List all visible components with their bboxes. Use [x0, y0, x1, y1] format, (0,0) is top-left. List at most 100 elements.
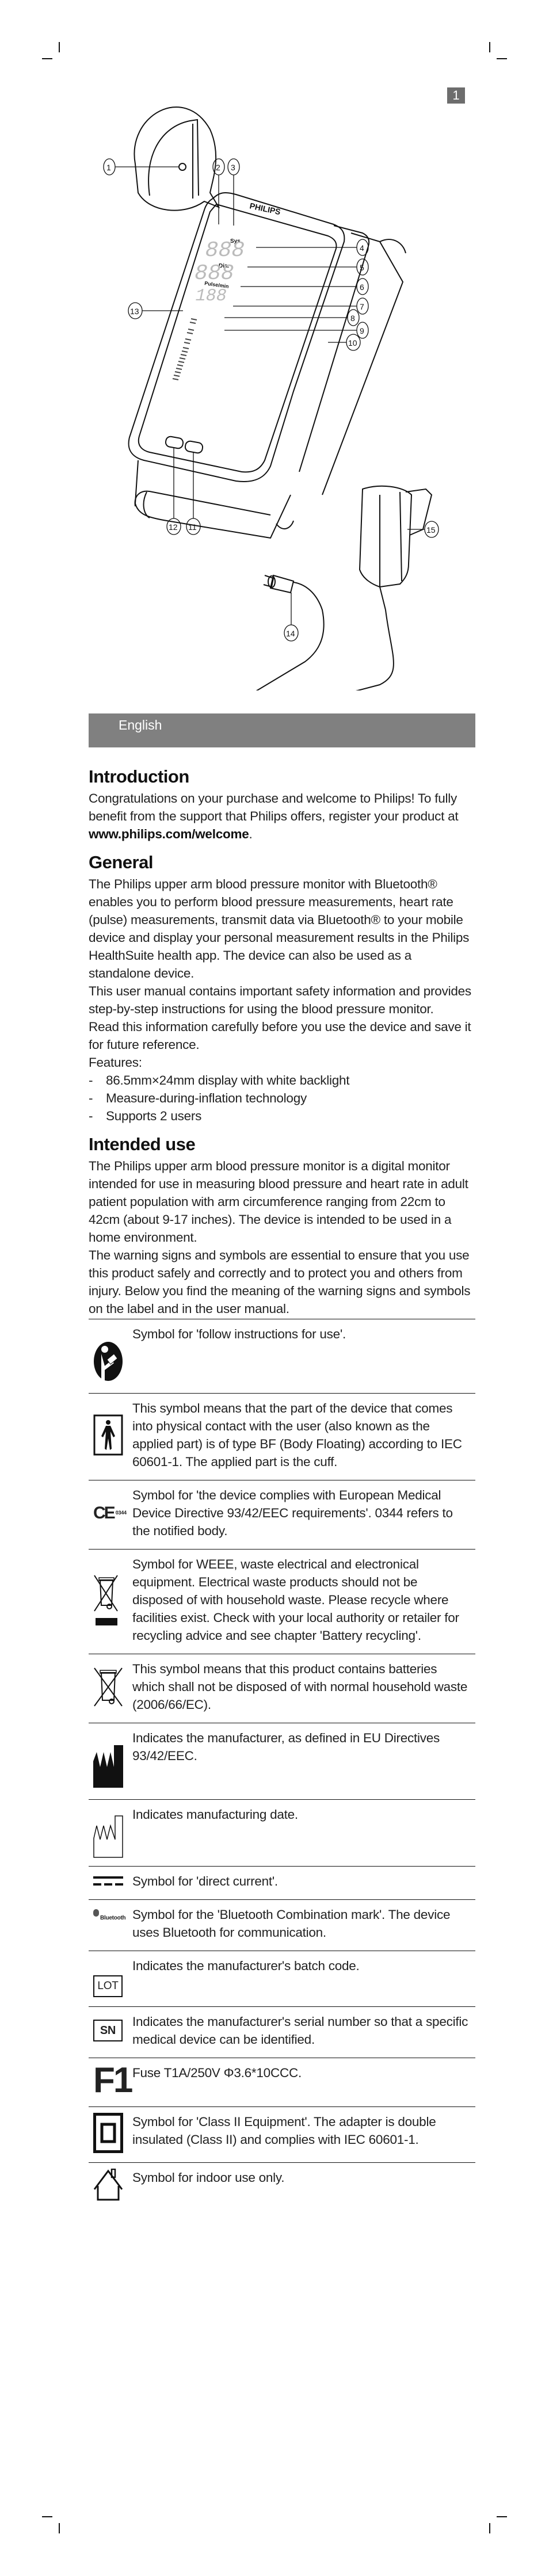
- crop-mark-bottom-left-v: [59, 2523, 60, 2533]
- callout-4: 4: [256, 239, 369, 256]
- symbol-description: Symbol for 'direct current'.: [132, 1874, 278, 1888]
- svg-text:7: 7: [360, 302, 364, 311]
- svg-text:5: 5: [360, 263, 364, 272]
- serial-number-icon: SN: [89, 2013, 132, 2048]
- lot-icon: LOT: [89, 1957, 132, 1997]
- language-label: English: [119, 718, 162, 732]
- intended-use-paragraph: The warning signs and symbols are essent…: [89, 1248, 471, 1316]
- intended-use-paragraph: The Philips upper arm blood pressure mon…: [89, 1159, 468, 1245]
- symbol-row: SN Indicates the manufacturer's serial n…: [89, 2007, 475, 2058]
- manufacturer-icon: [89, 1729, 132, 1788]
- svg-text:8: 8: [350, 314, 355, 323]
- callout-14: 14: [284, 593, 299, 642]
- symbol-description: Symbol for the 'Bluetooth Combination ma…: [132, 1907, 451, 1940]
- crop-mark-bottom-right-h: [497, 2516, 507, 2517]
- callout-8: 8: [224, 309, 360, 326]
- symbol-description: This symbol means that this product cont…: [132, 1662, 468, 1712]
- callout-15: 15: [407, 521, 439, 538]
- svg-text:11: 11: [188, 522, 197, 532]
- symbol-description: Symbol for 'the device complies with Eur…: [132, 1488, 453, 1538]
- symbol-row: CE 0344 Symbol for 'the device complies w…: [89, 1480, 475, 1550]
- registration-link[interactable]: www.philips.com/welcome: [89, 827, 249, 841]
- callout-1: 1: [103, 158, 178, 175]
- language-header: English: [89, 713, 475, 747]
- bluetooth-mark-icon: Bluetooth: [89, 1906, 132, 1941]
- symbol-description: Indicates manufacturing date.: [132, 1807, 298, 1822]
- symbol-description: Symbol for indoor use only.: [132, 2170, 285, 2185]
- product-illustration: PHILIPS Sys. Dia. Pulse/min 888 888 188: [81, 92, 483, 718]
- callout-5: 5: [247, 258, 369, 276]
- callout-11: 11: [186, 452, 201, 535]
- symbol-row: Bluetooth Symbol for the 'Bluetooth Comb…: [89, 1900, 475, 1951]
- callout-10: 10: [328, 334, 361, 351]
- symbol-description: Symbol for 'Class II Equipment'. The ada…: [132, 2115, 436, 2147]
- battery-disposal-icon: [89, 1660, 132, 1713]
- svg-text:10: 10: [348, 338, 357, 348]
- callout-6: 6: [241, 278, 369, 295]
- features-list: 86.5mm×24mm display with white backlight…: [89, 1071, 475, 1125]
- callout-13: 13: [128, 302, 183, 319]
- general-paragraph: Read this information carefully before y…: [89, 1020, 471, 1052]
- svg-text:2: 2: [216, 163, 220, 172]
- symbol-description: Symbol for WEEE, waste electrical and el…: [132, 1557, 459, 1643]
- symbol-row: Indicates manufacturing date.: [89, 1800, 475, 1867]
- crop-mark-top-right-v: [489, 42, 490, 52]
- type-bf-applied-part-icon: [89, 1399, 132, 1471]
- introduction-text: Congratulations on your purchase and wel…: [89, 791, 459, 841]
- callout-9: 9: [224, 322, 369, 339]
- sys-digits: 888: [203, 238, 247, 263]
- symbol-row: Symbol for 'direct current'.: [89, 1867, 475, 1900]
- symbol-description: Indicates the manufacturer, as defined i…: [132, 1731, 440, 1763]
- symbols-table: Symbol for 'follow instructions for use'…: [89, 1319, 475, 2210]
- class-ii-equipment-icon: [89, 2113, 132, 2153]
- svg-text:14: 14: [286, 629, 295, 638]
- general-paragraph: The Philips upper arm blood pressure mon…: [89, 877, 470, 980]
- cuff-connector-socket-icon: [178, 163, 186, 171]
- symbol-row: LOT Indicates the manufacturer's batch c…: [89, 1951, 475, 2007]
- symbol-description: Fuse T1A/250V Φ3.6*10CCC.: [132, 2066, 302, 2080]
- crop-mark-top-left-h: [42, 58, 52, 59]
- symbol-row: Symbol for WEEE, waste electrical and el…: [89, 1550, 475, 1654]
- symbol-row: Indicates the manufacturer, as defined i…: [89, 1723, 475, 1800]
- symbol-description: Indicates the manufacturer's serial numb…: [132, 2014, 468, 2047]
- dia-digits: 888: [192, 261, 237, 286]
- manufacturing-date-icon: [89, 1806, 132, 1858]
- power-adapter: [241, 485, 433, 718]
- features-label: Features:: [89, 1055, 142, 1070]
- pulse-digits: 188: [193, 287, 228, 306]
- manual-content: Introduction Congratulations on your pur…: [89, 765, 475, 2210]
- symbol-row: Symbol for indoor use only.: [89, 2163, 475, 2210]
- crop-mark-top-right-h: [497, 58, 507, 59]
- fuse-icon: F1: [93, 2060, 133, 2100]
- svg-text:12: 12: [169, 522, 178, 532]
- power-button: [184, 440, 204, 454]
- svg-text:9: 9: [360, 326, 364, 335]
- weee-bin-icon: [89, 1555, 132, 1644]
- symbol-row: This symbol means that the part of the d…: [89, 1394, 475, 1480]
- introduction-heading: Introduction: [89, 766, 189, 787]
- crop-mark-bottom-right-v: [489, 2523, 490, 2533]
- svg-text:13: 13: [130, 307, 139, 316]
- symbol-row: This symbol means that this product cont…: [89, 1654, 475, 1723]
- symbol-description: Indicates the manufacturer's batch code.: [132, 1959, 360, 1973]
- feature-item: Supports 2 users: [89, 1107, 475, 1125]
- symbol-description: This symbol means that the part of the d…: [132, 1401, 462, 1469]
- follow-instructions-icon: [89, 1325, 132, 1382]
- svg-text:15: 15: [426, 525, 436, 535]
- symbol-row: Symbol for 'follow instructions for use'…: [89, 1319, 475, 1394]
- callout-labels: 1 2 3 4 5 6 7 8 9 10 11 12 13 14 15: [103, 158, 439, 642]
- callout-3: 3: [227, 158, 240, 226]
- symbol-description: Symbol for 'follow instructions for use'…: [132, 1327, 346, 1341]
- ce-mark-icon: CE 0344: [93, 1503, 127, 1522]
- crop-mark-bottom-left-h: [42, 2516, 52, 2517]
- intended-use-heading: Intended use: [89, 1134, 196, 1154]
- direct-current-icon: [89, 1872, 132, 1890]
- bp-classification-indicator: [172, 318, 197, 380]
- symbol-row: Symbol for 'Class II Equipment'. The ada…: [89, 2107, 475, 2163]
- feature-item: 86.5mm×24mm display with white backlight: [89, 1071, 475, 1089]
- general-paragraph: This user manual contains important safe…: [89, 984, 471, 1016]
- crop-mark-top-left-v: [59, 42, 60, 52]
- indoor-use-icon: [89, 2169, 132, 2201]
- general-heading: General: [89, 852, 153, 872]
- svg-text:1: 1: [106, 163, 111, 172]
